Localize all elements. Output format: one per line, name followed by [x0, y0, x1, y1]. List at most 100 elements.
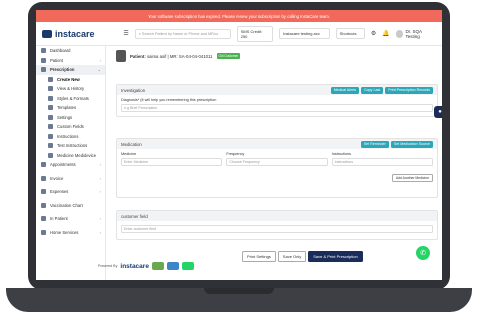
sidebar-label: In Patient [50, 216, 68, 222]
sidebar-item-home-services[interactable]: Home Services › [36, 228, 105, 238]
instructions-icon [48, 133, 53, 139]
badge-icon [166, 262, 179, 270]
set-medication-source-button[interactable]: Set Medication Source [390, 140, 433, 148]
shortcuts-select[interactable]: Shortcuts [335, 28, 365, 39]
sidebar-item-vaccination[interactable]: Vaccination Chart [36, 201, 105, 211]
sidebar-label: Styles & Formats [57, 95, 89, 101]
sidebar-label: Patient [50, 57, 64, 63]
investigation-card: Investigation Medical Alerts Copy Last P… [116, 84, 438, 117]
sidebar-subitem-styles[interactable]: Styles & Formats [36, 94, 105, 104]
sidebar-label: Appointments [50, 162, 76, 168]
bed-icon [41, 216, 46, 222]
custom-field-card: customer field Enter customer field [116, 210, 438, 240]
save-print-button[interactable]: Save & Print Prescription [308, 251, 363, 262]
sidebar-item-invoice[interactable]: Invoice › [36, 174, 105, 184]
dashboard-icon [41, 48, 46, 54]
sidebar-subitem-custom-fields[interactable]: Custom Fields [36, 122, 105, 132]
sidebar-subitem-settings[interactable]: Settings [36, 113, 105, 123]
patient-name: saima asif [146, 53, 167, 59]
sidebar-subitem-create-new[interactable]: Create New [36, 75, 105, 85]
sidebar-subitem-instructions[interactable]: Instructions [36, 132, 105, 142]
sidebar-subitem-test-instructions[interactable]: Test Instructions [36, 141, 105, 151]
app-screen: Your software subscription has expired. … [36, 10, 442, 280]
laptop-notch [204, 288, 274, 294]
patient-header: Patient: saima asif | MR: SA-04-04-04101… [110, 46, 440, 66]
chevron-right-icon: › [99, 57, 101, 63]
sidebar-label: Vaccination Chart [50, 202, 83, 208]
vaccine-icon [41, 202, 46, 208]
sidebar-label: Test Instructions [57, 143, 88, 149]
sidebar-item-patient[interactable]: Patient › [36, 56, 105, 66]
sidebar: Dashboard Patient › Prescription ⌄ Create … [36, 46, 106, 280]
sidebar-subitem-view-history[interactable]: View & History [36, 84, 105, 94]
custom-fields-icon [48, 124, 53, 130]
create-icon [48, 76, 53, 82]
app-logo[interactable]: instacare [42, 29, 117, 39]
sidebar-label: Settings [57, 114, 73, 120]
templates-icon [48, 105, 53, 111]
sidebar-label: Create New [57, 76, 80, 82]
float-action-icon[interactable]: ● [434, 106, 442, 118]
form-actions: Print Settings Save Only Save & Print Pr… [242, 251, 363, 262]
search-input[interactable]: ⌕ Search Patient by Name or Phone and MR… [134, 28, 231, 39]
powered-logo: instacare [120, 262, 149, 270]
sidebar-item-expenses[interactable]: Expenses › [36, 187, 105, 197]
invoice-icon [41, 175, 46, 181]
medication-title: Medication [121, 141, 142, 147]
user-menu[interactable]: Dr. SQA Testing [395, 29, 436, 39]
badge-icon [151, 262, 164, 270]
sidebar-subitem-templates[interactable]: Templates [36, 103, 105, 113]
instructions-input[interactable]: Instructions [331, 158, 433, 166]
print-settings-button[interactable]: Print Settings [242, 251, 276, 262]
patient-label: Patient: [130, 53, 146, 59]
copy-last-button[interactable]: Copy Last [361, 86, 384, 94]
save-only-button[interactable]: Save Only [277, 251, 307, 262]
investigation-header: Investigation Medical Alerts Copy Last P… [117, 85, 437, 95]
chevron-right-icon: › [99, 189, 101, 195]
chevron-right-icon: › [99, 216, 101, 222]
sidebar-subitem-medicine[interactable]: Medicine Medidevice [36, 151, 105, 161]
subscription-banner: Your software subscription has expired. … [36, 10, 442, 22]
instructions-label: Instructions [331, 152, 352, 156]
styles-icon [48, 95, 53, 101]
patient-info: Patient: saima asif | MR: SA-04-04-04101… [130, 53, 213, 59]
sms-credit: SMS Credit: 250 [236, 25, 274, 42]
top-bar: instacare ☰ ⌕ Search Patient by Name or … [36, 22, 442, 46]
test-icon [48, 143, 53, 149]
medicine-input[interactable]: Enter Medicine [121, 158, 223, 166]
bell-icon[interactable]: 🔔 [382, 30, 389, 37]
diagnosis-input[interactable]: e.g Brief Prescription [121, 104, 433, 112]
set-reminder-button[interactable]: Set Reminder [360, 140, 389, 148]
chevron-right-icon: › [99, 175, 101, 181]
settings-icon[interactable]: ⚙ [371, 30, 376, 37]
menu-icon[interactable]: ☰ [123, 30, 128, 37]
main-content: Patient: saima asif | MR: SA-04-04-04101… [110, 46, 440, 280]
print-records-button[interactable]: Print Prescription Records [385, 86, 433, 94]
sidebar-label: Prescription [50, 67, 75, 73]
powered-by: Powered By instacare [98, 262, 194, 270]
custom-field-input[interactable]: Enter customer field [121, 225, 433, 233]
frequency-label: Frequency [226, 152, 245, 156]
sidebar-item-inpatient[interactable]: In Patient › [36, 214, 105, 224]
sidebar-label: Invoice [50, 175, 64, 181]
medical-alerts-button[interactable]: Medical Alerts [330, 86, 360, 94]
prescription-icon [41, 67, 46, 73]
status-badge: Old Customer [216, 53, 241, 59]
chevron-down-icon: ⌄ [97, 67, 101, 73]
whatsapp-icon[interactable]: ✆ [416, 246, 430, 260]
patient-avatar-icon [116, 50, 126, 62]
sidebar-item-prescription[interactable]: Prescription ⌄ [36, 65, 105, 75]
clinic-select[interactable]: Instacare testing acc [279, 28, 330, 39]
chevron-right-icon: › [99, 229, 101, 235]
sidebar-item-appointments[interactable]: Appointments › [36, 160, 105, 170]
add-medicine-button[interactable]: Add Another Medicine [391, 174, 433, 182]
frequency-select[interactable]: Choose Frequency [226, 158, 328, 166]
patient-icon [41, 57, 46, 63]
patient-mr: MR: SA-04-04-041011 [169, 53, 213, 59]
sidebar-label: Dashboard [50, 48, 71, 54]
sidebar-label: Custom Fields [57, 124, 84, 130]
diagnosis-label: Diagnosis* (It will help you remembering… [121, 98, 217, 102]
sidebar-label: Home Services [50, 229, 79, 235]
sidebar-label: Instructions [57, 133, 79, 139]
sidebar-item-dashboard[interactable]: Dashboard [36, 46, 105, 56]
